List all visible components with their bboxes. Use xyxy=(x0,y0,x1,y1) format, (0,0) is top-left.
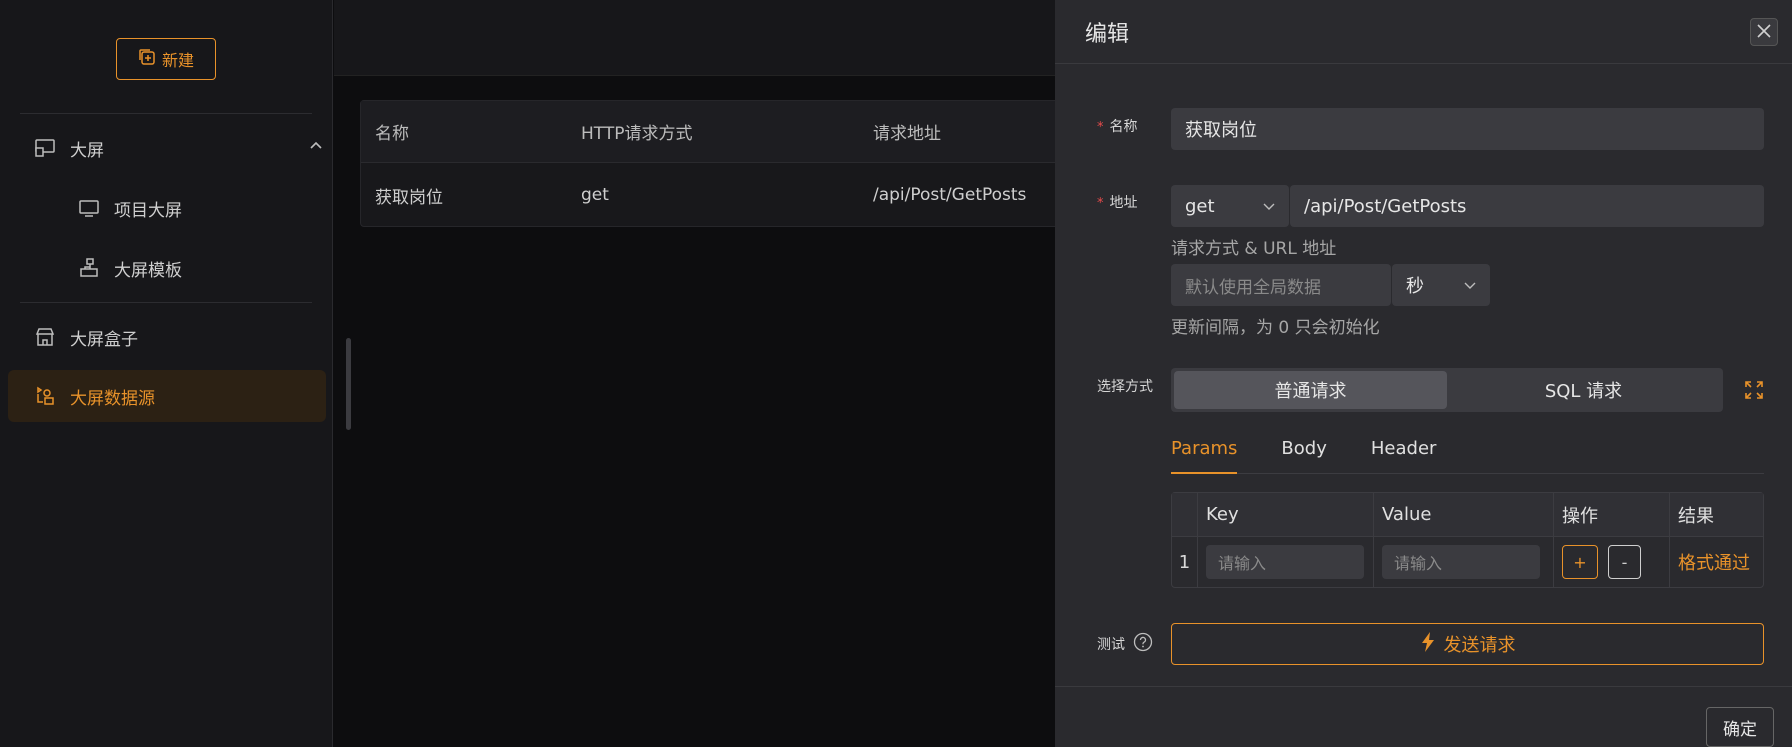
drawer-footer: 确定 xyxy=(1055,686,1792,747)
col-header-method: HTTP请求方式 xyxy=(581,124,693,144)
send-request-button[interactable]: 发送请求 xyxy=(1171,623,1764,665)
address-label-text: 地址 xyxy=(1109,195,1138,211)
divider xyxy=(20,302,312,303)
edit-drawer: 编辑 * 名称 获取岗位 * 地址 get /api/Post/GetPosts 请… xyxy=(1055,0,1792,747)
sidebar: 新建 大屏 项目大屏 大屏模板 大屏盒子 大屏数据源 xyxy=(0,0,333,747)
method-select[interactable]: get xyxy=(1171,185,1289,227)
cell-method: get xyxy=(581,185,609,205)
result-status: 格式通过 xyxy=(1678,553,1750,574)
key-cell: 请输入 xyxy=(1198,537,1374,587)
menu-group-dashboard[interactable]: 大屏 xyxy=(32,122,324,174)
name-label-text: 名称 xyxy=(1109,119,1138,135)
actions-cell: + - xyxy=(1554,537,1670,587)
tab-header[interactable]: Header xyxy=(1371,432,1437,474)
interval-input[interactable]: 默认使用全局数据 xyxy=(1171,264,1391,306)
table-header: 名称 HTTP请求方式 请求地址 xyxy=(361,101,1059,163)
chevron-down-icon xyxy=(1261,198,1277,219)
params-table: Key Value 操作 结果 1 请输入 请输入 + - 格式通过 xyxy=(1171,492,1764,588)
interval-unit-select[interactable]: 秒 xyxy=(1392,264,1490,306)
mode-option-sql[interactable]: SQL 请求 xyxy=(1447,371,1720,409)
menu-label: 项目大屏 xyxy=(114,200,182,221)
send-label: 发送请求 xyxy=(1443,635,1516,656)
close-button[interactable] xyxy=(1750,18,1778,46)
data-source-table: 名称 HTTP请求方式 请求地址 获取岗位 get /api/Post/GetP… xyxy=(360,100,1060,227)
col-key: Key xyxy=(1198,493,1374,536)
value-input[interactable]: 请输入 xyxy=(1382,545,1540,579)
close-icon xyxy=(1756,20,1772,45)
data-source-icon xyxy=(32,383,58,409)
col-result: 结果 xyxy=(1678,505,1714,527)
scrollbar[interactable] xyxy=(346,338,351,430)
menu-item-screen-box[interactable]: 大屏盒子 xyxy=(32,311,324,363)
menu-label: 大屏数据源 xyxy=(70,388,155,409)
col-value: Value xyxy=(1374,493,1554,536)
divider xyxy=(20,113,312,114)
drawer-header: 编辑 xyxy=(1055,0,1792,64)
method-value: get xyxy=(1185,195,1215,217)
store-icon xyxy=(32,324,58,350)
table-row: 1 请输入 请输入 + - 格式通过 xyxy=(1172,537,1763,587)
tab-params[interactable]: Params xyxy=(1171,432,1238,474)
chevron-down-icon xyxy=(1462,277,1478,298)
mode-segmented: 普通请求 SQL 请求 xyxy=(1171,368,1723,412)
menu-item-project-screen[interactable]: 项目大屏 xyxy=(76,182,316,234)
menu-item-data-source[interactable]: 大屏数据源 xyxy=(8,370,326,422)
mode-label: 选择方式 xyxy=(1097,379,1153,395)
new-button[interactable]: 新建 xyxy=(116,38,216,80)
confirm-button[interactable]: 确定 xyxy=(1706,707,1774,747)
menu-label: 大屏模板 xyxy=(114,260,182,281)
interval-hint: 更新间隔，为 0 只会初始化 xyxy=(1171,318,1380,338)
method-hint: 请求方式 & URL 地址 xyxy=(1171,239,1337,259)
cell-url: /api/Post/GetPosts xyxy=(873,185,1027,205)
chevron-up-icon xyxy=(308,138,324,159)
name-input[interactable]: 获取岗位 xyxy=(1171,108,1764,150)
col-header-url: 请求地址 xyxy=(873,124,941,144)
monitor-icon xyxy=(76,195,102,221)
remove-row-button[interactable]: - xyxy=(1608,545,1641,579)
fullscreen-icon[interactable] xyxy=(1744,380,1764,404)
value-cell: 请输入 xyxy=(1374,537,1554,587)
template-icon xyxy=(76,255,102,281)
name-label: * 名称 xyxy=(1097,119,1138,135)
params-header: Key Value 操作 结果 xyxy=(1172,493,1763,537)
top-bar xyxy=(334,0,1056,76)
lightning-icon xyxy=(1420,631,1436,658)
col-index xyxy=(1172,493,1198,536)
screen-icon xyxy=(32,135,58,161)
mode-option-normal[interactable]: 普通请求 xyxy=(1174,371,1447,409)
menu-item-screen-template[interactable]: 大屏模板 xyxy=(76,242,316,294)
add-row-button[interactable]: + xyxy=(1562,545,1598,579)
request-tabs: Params Body Header xyxy=(1171,432,1764,474)
drawer-title: 编辑 xyxy=(1085,21,1130,47)
menu-label: 大屏 xyxy=(70,140,104,161)
row-index: 1 xyxy=(1172,537,1198,587)
help-icon[interactable] xyxy=(1133,632,1153,656)
new-label: 新建 xyxy=(161,51,194,70)
cell-name: 获取岗位 xyxy=(375,187,443,208)
test-label: 测试 xyxy=(1097,632,1153,656)
address-label: * 地址 xyxy=(1097,195,1138,211)
col-header-name: 名称 xyxy=(375,124,409,144)
add-square-icon xyxy=(138,48,156,70)
tab-body[interactable]: Body xyxy=(1281,432,1326,474)
url-input[interactable]: /api/Post/GetPosts xyxy=(1290,185,1764,227)
unit-value: 秒 xyxy=(1406,276,1424,297)
col-actions: 操作 xyxy=(1554,493,1670,536)
table-row[interactable]: 获取岗位 get /api/Post/GetPosts xyxy=(361,163,1059,227)
test-label-text: 测试 xyxy=(1097,637,1125,653)
key-input[interactable]: 请输入 xyxy=(1206,545,1364,579)
menu-label: 大屏盒子 xyxy=(70,329,138,350)
